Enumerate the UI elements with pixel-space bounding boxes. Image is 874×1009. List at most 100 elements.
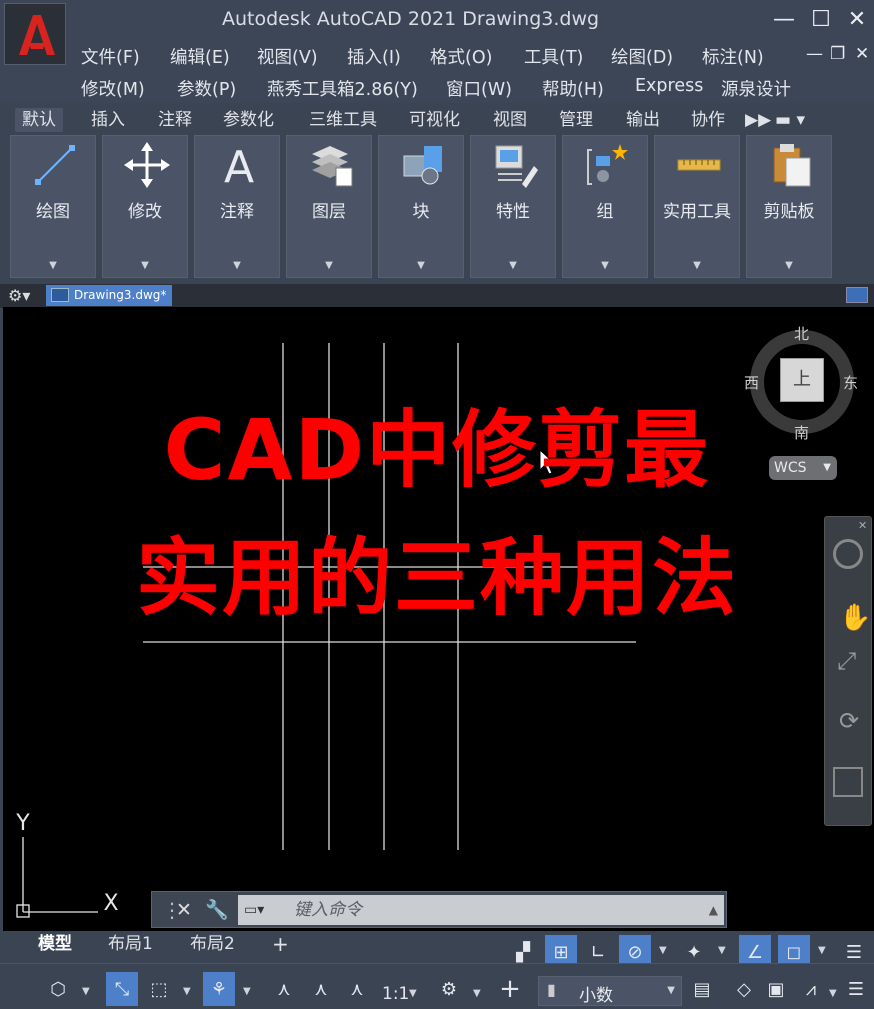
menu-parametric[interactable]: 参数(P) [177,76,236,101]
gizmo-icon[interactable]: ⚘ [203,972,235,1006]
panel-utilities[interactable]: 实用工具 ▼ [654,135,740,278]
panel-group[interactable]: 组 ▼ [562,135,648,278]
menu-view[interactable]: 视图(V) [257,44,318,69]
menu-help[interactable]: 帮助(H) [542,76,604,101]
tab-3d-tools[interactable]: 三维工具 [302,108,384,132]
menu-file[interactable]: 文件(F) [81,44,140,69]
panel-group-dropdown-icon[interactable]: ▼ [563,260,647,271]
tab-insert[interactable]: 插入 [84,108,132,132]
annotation-visibility-icon[interactable]: ⋏ [268,972,300,1006]
workspace-gear-icon[interactable]: ⚙ [433,972,465,1006]
polar-dropdown-icon[interactable]: ▼ [659,945,667,956]
panel-properties[interactable]: 特性 ▼ [470,135,556,278]
autocad-logo-button[interactable] [4,3,66,65]
doc-minimize-button[interactable]: — [806,44,823,64]
wcs-dropdown[interactable]: WCS ▼ [769,456,837,480]
chevron-up-icon[interactable]: ▲ [709,895,718,925]
panel-clipboard[interactable]: 剪贴板 ▼ [746,135,832,278]
auto-scale-icon[interactable]: ⋏ [305,972,337,1006]
add-layout-button[interactable]: + [272,931,289,957]
panel-utilities-dropdown-icon[interactable]: ▼ [655,260,739,271]
graphics-dropdown-icon[interactable]: ▼ [829,988,837,999]
panel-block[interactable]: 块 ▼ [378,135,464,278]
3d-snap-dropdown-icon[interactable]: ▼ [82,986,90,997]
scale-dropdown-icon[interactable]: ▼ [409,988,417,999]
menu-window[interactable]: 窗口(W) [446,76,512,101]
hardware-acceleration-icon[interactable]: ▣ [760,972,792,1006]
graphics-performance-icon[interactable]: ⩘ [795,972,827,1006]
menu-edit[interactable]: 编辑(E) [170,44,230,69]
panel-block-dropdown-icon[interactable]: ▼ [379,260,463,271]
ribbon-minimize-icon[interactable]: ▬ ▾ [768,108,812,132]
menu-format[interactable]: 格式(O) [430,44,492,69]
zoom-extents-icon[interactable]: ⤢ [837,647,856,675]
showmotion-icon[interactable] [833,767,863,797]
menu-dimension[interactable]: 标注(N) [702,44,764,69]
gizmo-dropdown-icon[interactable]: ▼ [243,986,251,997]
compass-east[interactable]: 东 [843,372,858,393]
gear-icon[interactable]: ⚙▾ [8,286,30,305]
menu-insert[interactable]: 插入(I) [347,44,401,69]
close-icon[interactable]: ✕ [858,519,867,532]
drawing-tab[interactable]: Drawing3.dwg* [46,285,172,306]
quick-properties-icon[interactable]: ▤ [686,972,718,1006]
menu-express[interactable]: Express [635,76,703,96]
command-history-icon[interactable]: ▭▾ [244,895,264,925]
units-dropdown[interactable]: ▮ 小数 ▼ [538,976,682,1006]
orbit-icon[interactable]: ⟳ [839,707,859,735]
panel-draw-dropdown-icon[interactable]: ▼ [11,260,95,271]
annotation-monitor-icon[interactable]: + [494,972,526,1006]
tab-output[interactable]: 输出 [619,108,667,132]
panel-draw[interactable]: 绘图 ▼ [10,135,96,278]
tab-default[interactable]: 默认 [15,108,63,132]
panel-modify-dropdown-icon[interactable]: ▼ [103,260,187,271]
compass-west[interactable]: 西 [744,372,759,393]
pan-icon[interactable]: ✋ [839,603,871,633]
panel-modify[interactable]: 修改 ▼ [102,135,188,278]
tab-view[interactable]: 视图 [486,108,534,132]
tab-layout2[interactable]: 布局2 [190,931,235,957]
selection-dropdown-icon[interactable]: ▼ [183,986,191,997]
compass-south[interactable]: 南 [794,422,809,443]
tab-manage[interactable]: 管理 [552,108,600,132]
command-input[interactable]: ▭▾ 键入命令 ▲ [238,895,724,925]
tab-annotate[interactable]: 注释 [151,108,199,132]
panel-clipboard-dropdown-icon[interactable]: ▼ [747,260,831,271]
menu-modify[interactable]: 修改(M) [81,76,145,101]
panel-properties-dropdown-icon[interactable]: ▼ [471,260,555,271]
tab-collaborate[interactable]: 协作 [684,108,732,132]
dynamic-ucs-icon[interactable]: ⤡ [106,972,138,1006]
osnap-dropdown-icon[interactable]: ▼ [818,945,826,956]
steering-wheel-icon[interactable] [833,539,863,569]
tab-layout1[interactable]: 布局1 [108,931,153,957]
tile-windows-icon[interactable] [846,287,868,303]
menu-draw[interactable]: 绘图(D) [611,44,673,69]
minimize-button[interactable]: — [770,6,798,34]
doc-close-button[interactable]: ✕ [855,44,869,64]
panel-layers[interactable]: 图层 ▼ [286,135,372,278]
isodraft-dropdown-icon[interactable]: ▼ [718,945,726,956]
status-menu-icon[interactable]: ☰ [840,972,872,1006]
3d-object-snap-icon[interactable]: ⬡ [42,972,74,1006]
tab-parametric[interactable]: 参数化 [216,108,281,132]
compass-north[interactable]: 北 [794,323,809,344]
viewcube-top-face[interactable]: 上 [780,358,824,402]
doc-restore-button[interactable]: ❐ [830,44,845,64]
menu-yuanquan[interactable]: 源泉设计 [721,76,791,101]
tab-visualize[interactable]: 可视化 [402,108,467,132]
menu-tools[interactable]: 工具(T) [524,44,583,69]
maximize-button[interactable]: ☐ [807,6,835,34]
annotation-scale-icon[interactable]: ⋏ [341,972,373,1006]
close-icon[interactable]: ✕ [176,899,192,921]
close-button[interactable]: ✕ [843,6,871,34]
isolate-objects-icon[interactable]: ◇ [728,972,760,1006]
menu-yanxiu-toolbox[interactable]: 燕秀工具箱2.86(Y) [267,76,418,101]
panel-layers-dropdown-icon[interactable]: ▼ [287,260,371,271]
wrench-icon[interactable]: 🔧 [205,898,229,921]
selection-cycling-icon[interactable]: ⬚ [143,972,175,1006]
panel-annotate[interactable]: A 注释 ▼ [194,135,280,278]
workspace-dropdown-icon[interactable]: ▼ [473,988,481,999]
panel-annotate-dropdown-icon[interactable]: ▼ [195,260,279,271]
annotation-scale-value[interactable]: 1:1 [382,984,409,1004]
tab-model[interactable]: 模型 [38,931,72,957]
